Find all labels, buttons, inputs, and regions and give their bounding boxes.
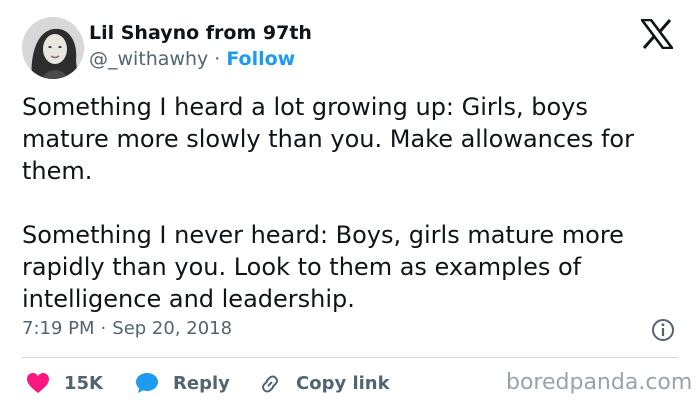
tweet-date: Sep 20, 2018 <box>112 318 233 339</box>
copy-link-button[interactable]: Copy link <box>258 370 390 396</box>
info-icon[interactable] <box>651 318 675 342</box>
tweet-paragraph-2: Something I never heard: Boys, girls mat… <box>22 221 624 313</box>
follow-button[interactable]: Follow <box>226 48 295 70</box>
tweet-card: Lil Shayno from 97th @_withawhy · Follow S… <box>0 0 700 410</box>
copy-link-label: Copy link <box>296 372 390 394</box>
author-handle[interactable]: @_withawhy <box>89 48 208 70</box>
avatar[interactable] <box>22 17 84 79</box>
tweet-paragraph-1: Something I heard a lot growing up: Girl… <box>22 93 634 185</box>
avatar-photo <box>22 17 84 79</box>
divider <box>22 357 678 358</box>
author-handle-row: @_withawhy · Follow <box>89 48 295 70</box>
reply-button[interactable]: Reply <box>135 370 230 396</box>
speech-bubble-icon <box>135 372 159 394</box>
author-name[interactable]: Lil Shayno from 97th <box>89 22 312 44</box>
like-button[interactable]: 15K <box>26 370 103 396</box>
tweet-time: 7:19 PM <box>22 318 95 339</box>
reply-label: Reply <box>173 372 230 394</box>
watermark: boredpanda.com <box>506 370 693 395</box>
tweet-text: Something I heard a lot growing up: Girl… <box>22 91 682 315</box>
x-logo-icon[interactable] <box>639 18 675 50</box>
heart-icon <box>26 372 50 394</box>
timestamp-separator: · <box>100 318 107 339</box>
handle-separator: · <box>214 48 221 70</box>
link-icon <box>258 372 282 394</box>
tweet-timestamp[interactable]: 7:19 PM · Sep 20, 2018 <box>22 318 232 339</box>
like-count: 15K <box>64 372 103 394</box>
